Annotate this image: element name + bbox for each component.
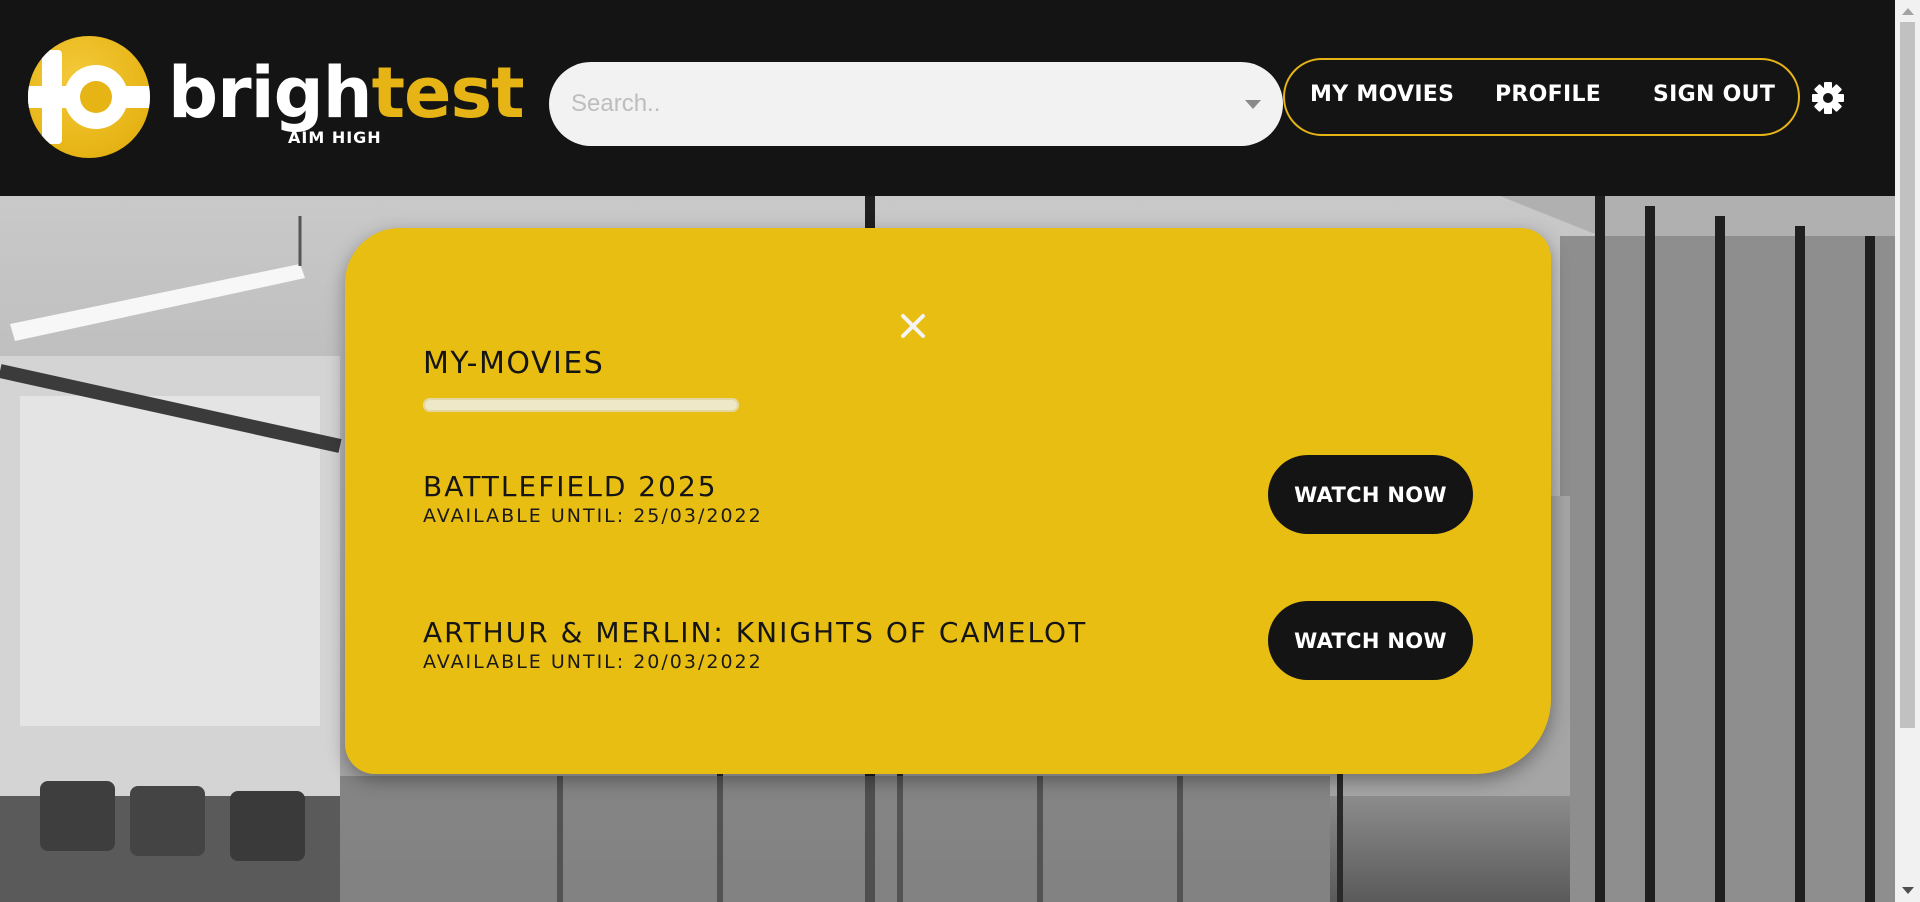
scroll-down-icon[interactable] (1902, 887, 1914, 894)
nav-sign-out-link[interactable]: SIGN OUT (1653, 82, 1775, 107)
brand-logo[interactable]: brightest (28, 36, 525, 158)
movie-availability: AVAILABLE UNTIL: 25/03/2022 (423, 505, 763, 527)
top-header: brightest AIM HIGH MY MOVIES PROFILE SIG… (0, 0, 1895, 196)
movie-title: BATTLEFIELD 2025 (423, 470, 718, 503)
gear-icon[interactable] (1811, 81, 1845, 115)
search-bar[interactable] (549, 62, 1283, 146)
movie-availability: AVAILABLE UNTIL: 20/03/2022 (423, 651, 763, 673)
logo-word-yellow: test (371, 52, 525, 134)
scrollbar-thumb[interactable] (1900, 22, 1915, 728)
main-nav: MY MOVIES PROFILE SIGN OUT (1283, 58, 1800, 136)
logo-word-white: brigh (168, 52, 373, 134)
movie-item: BATTLEFIELD 2025 AVAILABLE UNTIL: 25/03/… (423, 470, 763, 527)
nav-profile-link[interactable]: PROFILE (1495, 82, 1601, 107)
page-scrollbar[interactable] (1895, 0, 1920, 902)
movie-item: ARTHUR & MERLIN: KNIGHTS OF CAMELOT AVAI… (423, 616, 1087, 673)
logo-wordmark: brightest (168, 58, 525, 128)
watch-now-button[interactable]: WATCH NOW (1268, 455, 1473, 534)
search-input[interactable] (571, 90, 1211, 118)
close-icon[interactable] (895, 308, 931, 344)
nav-my-movies-link[interactable]: MY MOVIES (1310, 82, 1454, 107)
logo-tagline: AIM HIGH (288, 128, 382, 147)
title-underline (423, 398, 739, 412)
my-movies-modal: MY-MOVIES BATTLEFIELD 2025 AVAILABLE UNT… (345, 228, 1551, 774)
movie-title: ARTHUR & MERLIN: KNIGHTS OF CAMELOT (423, 616, 1088, 649)
scroll-up-icon[interactable] (1902, 8, 1914, 15)
watch-now-button[interactable]: WATCH NOW (1268, 601, 1473, 680)
dropdown-caret-icon[interactable] (1245, 100, 1261, 109)
logo-mark-icon (28, 36, 150, 158)
modal-title: MY-MOVIES (423, 346, 605, 381)
